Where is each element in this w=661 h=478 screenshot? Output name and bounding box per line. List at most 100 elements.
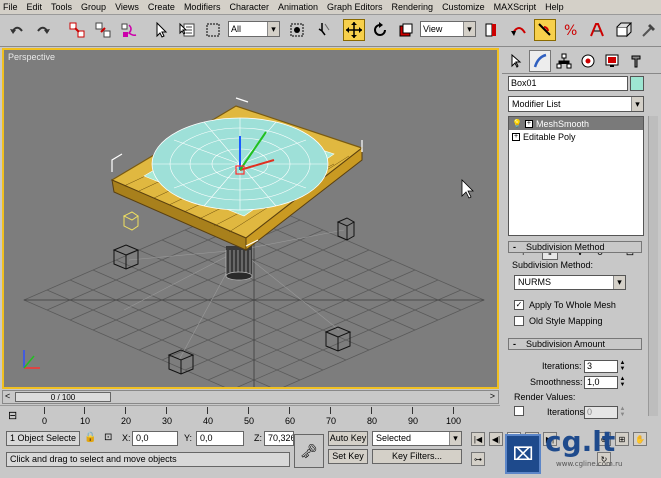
- modifier-list-label: Modifier List: [512, 99, 561, 109]
- key-mode-toggle-icon[interactable]: ⊶: [471, 452, 485, 466]
- zoom-all-icon[interactable]: ⊞: [615, 432, 629, 446]
- next-frame-icon[interactable]: >: [490, 391, 495, 401]
- lightbulb-icon[interactable]: 💡: [512, 119, 522, 128]
- subdivision-method-label: Subdivision Method:: [512, 260, 594, 270]
- panel-scrollbar[interactable]: [648, 116, 658, 416]
- render-iterations-spinner[interactable]: 0 ▲ ▼: [584, 406, 625, 419]
- old-style-mapping-label: Old Style Mapping: [529, 316, 603, 326]
- apply-whole-mesh-checkbox[interactable]: ✓: [514, 300, 524, 310]
- expand-icon[interactable]: +: [524, 119, 533, 128]
- unlink-icon[interactable]: [92, 19, 114, 41]
- undo-icon[interactable]: [6, 19, 28, 41]
- key-mode-dropdown[interactable]: Selected ▾: [372, 431, 462, 446]
- set-key-button[interactable]: Set Key: [328, 449, 368, 464]
- render-values-label: Render Values:: [514, 392, 576, 402]
- track-tick: [371, 407, 372, 414]
- menu-create[interactable]: Create: [148, 2, 175, 12]
- menu-graph-editors[interactable]: Graph Editors: [327, 2, 383, 12]
- subdivision-method-rollout[interactable]: - Subdivision Method: [508, 241, 642, 253]
- select-icon[interactable]: [150, 19, 172, 41]
- menu-file[interactable]: File: [3, 2, 18, 12]
- utilities-tab-icon[interactable]: [625, 50, 647, 72]
- menu-maxscript[interactable]: MAXScript: [494, 2, 537, 12]
- track-bar[interactable]: ⊟ 0 10 20 30 40 50 60 70 80 90 100: [0, 405, 500, 427]
- hierarchy-tab-icon[interactable]: [553, 50, 575, 72]
- reference-coordinate-dropdown[interactable]: View ▾: [420, 21, 476, 37]
- select-by-name-icon[interactable]: [176, 19, 198, 41]
- snap-icon[interactable]: [586, 19, 608, 41]
- absolute-mode-icon[interactable]: ⊡: [104, 432, 112, 443]
- menu-character[interactable]: Character: [229, 2, 269, 12]
- y-coord-field[interactable]: 0,0: [196, 431, 244, 446]
- selection-lock-icon[interactable]: 🔒: [84, 432, 96, 443]
- render-iterations-checkbox[interactable]: [514, 406, 524, 416]
- mirror-icon[interactable]: [508, 19, 530, 41]
- select-rotate-icon[interactable]: [369, 19, 391, 41]
- track-tick: [330, 407, 331, 414]
- track-tick: [207, 407, 208, 414]
- stack-item-meshsmooth[interactable]: 💡 + MeshSmooth: [509, 117, 643, 130]
- spinner-arrows-icon[interactable]: ▲ ▼: [618, 360, 627, 373]
- auto-key-button[interactable]: Auto Key: [328, 431, 368, 446]
- window-crossing-icon[interactable]: [286, 19, 308, 41]
- spinner-arrows-icon[interactable]: ▲ ▼: [618, 376, 627, 389]
- iterations-spinner[interactable]: 3 ▲ ▼: [584, 360, 625, 373]
- x-coord-field[interactable]: 0,0: [132, 431, 178, 446]
- create-tab-icon[interactable]: [505, 50, 527, 72]
- pivot-icon[interactable]: [480, 19, 502, 41]
- modify-tab-icon[interactable]: [529, 50, 551, 72]
- smoothness-label: Smoothness:: [530, 377, 583, 387]
- subdivision-method-value: NURMS: [518, 277, 551, 287]
- align-icon[interactable]: [534, 19, 556, 41]
- track-tick-label: 60: [285, 416, 296, 426]
- pan-icon[interactable]: ✋: [633, 432, 647, 446]
- chevron-down-icon: ▾: [463, 22, 475, 36]
- percent-snap-icon[interactable]: %: [560, 19, 582, 41]
- y-coord-label: Y:: [184, 433, 193, 443]
- z-coord-field[interactable]: 70,326: [264, 431, 294, 446]
- svg-text:%: %: [564, 23, 577, 39]
- rect-region-icon[interactable]: [202, 19, 224, 41]
- render-teapot-icon[interactable]: [612, 19, 634, 41]
- select-move-icon[interactable]: [343, 19, 365, 41]
- object-color-swatch[interactable]: [630, 76, 644, 91]
- smoothness-spinner[interactable]: 1,0 ▲ ▼: [584, 376, 625, 389]
- set-key-mode-icon[interactable]: 🗝: [294, 434, 324, 468]
- expand-icon[interactable]: +: [512, 132, 520, 141]
- spinner-arrows-icon[interactable]: ▲ ▼: [618, 406, 627, 419]
- menu-customize[interactable]: Customize: [442, 2, 485, 12]
- world-axis-icon: [23, 350, 40, 369]
- modifier-list-dropdown[interactable]: Modifier List ▾: [508, 96, 644, 112]
- menu-animation[interactable]: Animation: [278, 2, 318, 12]
- menu-views[interactable]: Views: [115, 2, 139, 12]
- display-tab-icon[interactable]: [601, 50, 623, 72]
- menu-tools[interactable]: Tools: [51, 2, 72, 12]
- select-scale-icon[interactable]: [395, 19, 417, 41]
- time-slider-thumb[interactable]: 0 / 100: [15, 392, 111, 402]
- link-icon[interactable]: [66, 19, 88, 41]
- menu-modifiers[interactable]: Modifiers: [184, 2, 221, 12]
- menu-group[interactable]: Group: [81, 2, 106, 12]
- subdivision-amount-rollout[interactable]: - Subdivision Amount: [508, 338, 642, 350]
- select-move-pointer-icon[interactable]: [312, 19, 334, 41]
- go-to-start-icon[interactable]: |◀: [471, 432, 485, 446]
- redo-icon[interactable]: [32, 19, 54, 41]
- stack-item-editable-poly[interactable]: + Editable Poly: [509, 130, 643, 143]
- key-filters-button[interactable]: Key Filters...: [372, 449, 462, 464]
- menu-edit[interactable]: Edit: [27, 2, 43, 12]
- object-name-field[interactable]: Box01: [508, 76, 628, 91]
- prev-frame-icon[interactable]: <: [5, 391, 10, 401]
- quick-render-icon[interactable]: [638, 19, 660, 41]
- bind-space-warp-icon[interactable]: [118, 19, 140, 41]
- perspective-viewport[interactable]: Perspective: [2, 48, 499, 389]
- menu-help[interactable]: Help: [545, 2, 564, 12]
- menu-rendering[interactable]: Rendering: [392, 2, 434, 12]
- main-toolbar: All ▾ View ▾ %: [0, 15, 661, 47]
- subdivision-method-dropdown[interactable]: NURMS ▾: [514, 275, 626, 290]
- time-slider[interactable]: < 0 / 100 >: [2, 390, 499, 404]
- selection-filter-dropdown[interactable]: All ▾: [228, 21, 280, 37]
- previous-frame-icon[interactable]: ◀|: [489, 432, 503, 446]
- motion-tab-icon[interactable]: [577, 50, 599, 72]
- old-style-mapping-checkbox[interactable]: [514, 316, 524, 326]
- track-bar-menu-icon[interactable]: ⊟: [8, 409, 17, 422]
